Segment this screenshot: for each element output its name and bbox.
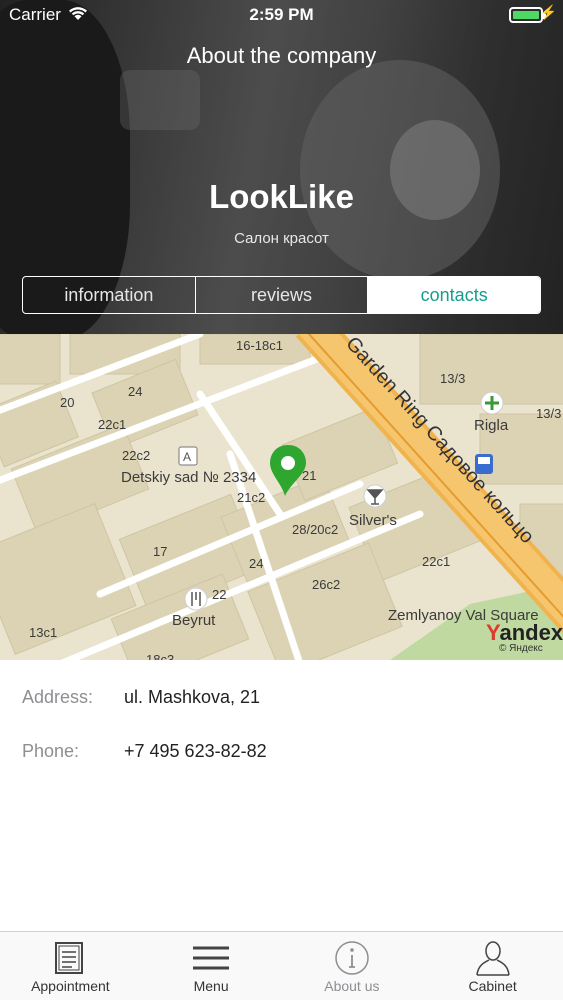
map-label: 13c1 xyxy=(29,625,58,640)
info-circle-icon xyxy=(332,938,372,978)
map-label: 22c1 xyxy=(98,417,127,432)
map-label: 24 xyxy=(249,556,264,571)
svg-text:A: A xyxy=(183,450,191,464)
map-label: 26c2 xyxy=(312,577,341,592)
map-label: 16-18c1 xyxy=(236,338,283,353)
map-label: 22 xyxy=(212,587,227,602)
battery-icon xyxy=(509,7,546,23)
map-label: 22c2 xyxy=(122,448,151,463)
school-icon: A xyxy=(178,446,198,466)
tab-appointment[interactable]: Appointment xyxy=(0,932,141,1000)
address-label: Address: xyxy=(22,687,94,707)
location-map[interactable]: Garden Ring Садовое кольцо A 16-18c1 24 … xyxy=(0,334,563,660)
map-label: 21c2 xyxy=(237,490,266,505)
map-label: 13/3 xyxy=(440,371,466,386)
tab-reviews[interactable]: reviews xyxy=(196,277,369,313)
map-label: Silver's xyxy=(349,512,397,529)
map-label: Rigla xyxy=(474,417,509,434)
map-label: 17 xyxy=(153,544,168,559)
tab-contacts[interactable]: contacts xyxy=(368,277,540,313)
map-label: 13/3 xyxy=(536,406,562,421)
section-segmented-control: information reviews contacts xyxy=(22,276,541,314)
status-bar: Carrier 2:59 PM ⚡ xyxy=(0,0,563,30)
company-name: LookLike xyxy=(209,178,354,215)
tab-cabinet[interactable]: Cabinet xyxy=(422,932,563,1000)
tab-about-us[interactable]: About us xyxy=(282,932,423,1000)
charging-icon: ⚡ xyxy=(539,4,557,20)
clock: 2:59 PM xyxy=(249,5,314,24)
hamburger-menu-icon xyxy=(191,938,231,978)
tab-label: Appointment xyxy=(31,978,110,994)
company-header: Carrier 2:59 PM ⚡ About the company Look… xyxy=(0,0,563,334)
map-copyright: © Яндекс xyxy=(499,643,543,654)
bar-icon xyxy=(363,484,387,508)
tab-label: About us xyxy=(324,978,380,994)
map-label: Detskiy sad № 2334 xyxy=(121,469,257,486)
pharmacy-icon xyxy=(480,391,504,415)
bus-stop-icon xyxy=(475,454,493,474)
app-screen: Carrier 2:59 PM ⚡ About the company Look… xyxy=(0,0,563,1000)
tab-information[interactable]: information xyxy=(23,277,196,313)
map-label: Beyrut xyxy=(172,612,216,629)
map-label: 24 xyxy=(128,384,143,399)
map-label: 20 xyxy=(60,395,75,410)
tab-label: Cabinet xyxy=(468,978,517,994)
phone-value[interactable]: +7 495 623-82-82 xyxy=(124,741,267,762)
map-label: 18c3 xyxy=(146,652,175,660)
restaurant-icon xyxy=(184,587,208,611)
map-label: 28/20c2 xyxy=(292,522,339,537)
tab-label: Menu xyxy=(193,978,229,994)
tab-menu[interactable]: Menu xyxy=(141,932,282,1000)
address-value[interactable]: ul. Mashkova, 21 xyxy=(124,687,260,708)
company-subtitle: Салон красот xyxy=(234,230,329,247)
bottom-tab-bar: Appointment Menu About us Cabinet xyxy=(0,931,563,1000)
person-icon xyxy=(473,938,513,978)
map-label: 21 xyxy=(302,468,317,483)
map-label: 22c1 xyxy=(422,554,451,569)
page-title: About the company xyxy=(186,43,377,68)
phone-label: Phone: xyxy=(22,741,80,761)
yandex-brand-rest: andex xyxy=(499,620,563,645)
document-list-icon xyxy=(50,938,90,978)
